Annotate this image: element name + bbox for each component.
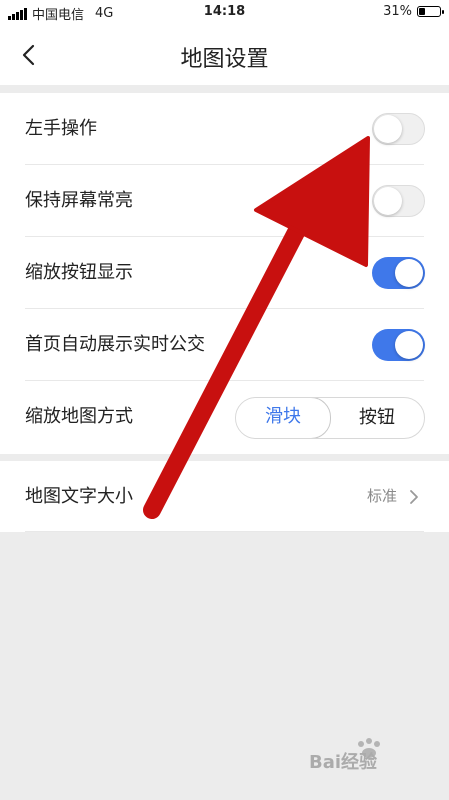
divider [25,531,424,532]
zoom-buttons-toggle[interactable] [372,257,425,289]
setting-label: 地图文字大小 [25,486,133,507]
zoom-mode-option-button[interactable]: 按钮 [330,398,424,438]
zoom-mode-option-slider[interactable]: 滑块 [236,398,331,438]
setting-label: 缩放按钮显示 [25,262,133,283]
settings-list: 左手操作 保持屏幕常亮 缩放按钮显示 首页自动展示实时公交 缩放地图方式 滑块 … [0,93,449,454]
setting-row-text-size[interactable]: 地图文字大小 标准 [0,461,449,532]
setting-row-left-hand: 左手操作 [0,93,449,165]
toggle-knob [374,115,402,143]
status-time: 14:18 [203,4,246,19]
watermark: Bai经验 [301,736,421,773]
battery-level [419,8,425,15]
battery-icon [417,6,444,17]
setting-row-zoom-buttons: 缩放按钮显示 [0,237,449,309]
watermark-text: Bai经验 [309,752,378,773]
text-size-value: 标准 [366,487,397,505]
setting-label: 首页自动展示实时公交 [25,334,205,355]
toggle-knob [395,259,423,287]
chevron-right-icon [410,490,418,504]
setting-row-keep-screen-on: 保持屏幕常亮 [0,165,449,237]
status-right: 31% [383,4,444,19]
setting-row-zoom-mode: 缩放地图方式 滑块 按钮 [0,381,449,453]
toggle-knob [374,187,402,215]
left-hand-toggle[interactable] [372,113,425,145]
setting-label: 左手操作 [25,118,97,139]
setting-label: 缩放地图方式 [25,406,133,427]
setting-label: 保持屏幕常亮 [25,190,133,211]
status-bar: 中国电信 4G 14:18 31% [0,0,449,26]
battery-percent: 31% [383,4,412,19]
text-size-section: 地图文字大小 标准 [0,461,449,532]
keep-screen-on-toggle[interactable] [372,185,425,217]
page-title: 地图设置 [180,47,269,72]
zoom-mode-segmented-control: 滑块 按钮 [235,397,425,439]
setting-row-realtime-bus: 首页自动展示实时公交 [0,309,449,381]
nav-bar: 地图设置 [0,26,449,85]
realtime-bus-toggle[interactable] [372,329,425,361]
toggle-knob [395,331,423,359]
